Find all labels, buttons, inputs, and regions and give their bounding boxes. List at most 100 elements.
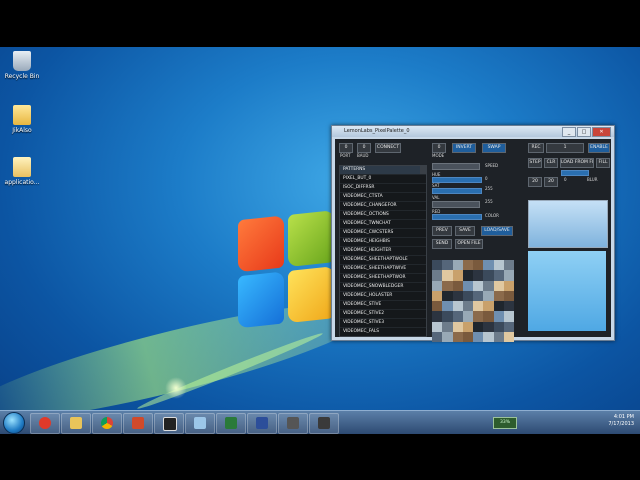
color-label: COLOR xyxy=(485,213,499,218)
swap-button[interactable]: SWAP xyxy=(482,143,506,153)
pixel-preview[interactable] xyxy=(432,260,514,342)
list-item[interactable]: VIDEOMEC_TWNCHAT xyxy=(340,220,426,229)
list-scrollbar[interactable] xyxy=(420,166,426,175)
taskbar-app-button[interactable] xyxy=(216,413,246,434)
taskbar-app-button[interactable] xyxy=(123,413,153,434)
desktop-icon-label: Recycle Bin xyxy=(4,73,40,80)
fill-button[interactable]: FILL xyxy=(596,158,610,168)
preview-pixel xyxy=(493,301,504,312)
step-button[interactable]: STEP xyxy=(528,158,542,168)
connect-button[interactable]: CONNECT xyxy=(375,143,401,153)
preview-pixel xyxy=(432,280,443,291)
preview-pixel xyxy=(442,311,453,322)
preview-pixel xyxy=(442,290,453,301)
windows-logo xyxy=(238,210,338,341)
taskbar-chrome-button[interactable] xyxy=(92,413,122,434)
speed-field[interactable] xyxy=(432,163,480,170)
preview-pixel xyxy=(483,260,494,271)
speed-label: SPEED xyxy=(485,163,499,168)
invert-button[interactable]: INVERT xyxy=(452,143,476,153)
preview-pixel xyxy=(462,260,473,271)
list-item[interactable]: VIDEOMEC_SNOWBLEDGER xyxy=(340,283,426,292)
taskbar-app-button[interactable] xyxy=(247,413,277,434)
blur-label: BLUR xyxy=(587,177,598,182)
prev-button[interactable]: PREV xyxy=(432,226,452,236)
preview-pixel xyxy=(483,290,494,301)
enable-button[interactable]: ENABLE xyxy=(588,143,610,153)
list-item[interactable]: VIDEOMEC_SHEETHAPTWOLE xyxy=(340,256,426,265)
clear-button[interactable]: CLR xyxy=(544,158,558,168)
maximize-button[interactable]: □ xyxy=(577,127,591,137)
list-item[interactable]: VIDEOMEC_SHEETHAPTWIVE xyxy=(340,265,426,274)
taskbar-app-button[interactable] xyxy=(154,413,184,434)
taskbar-app-button[interactable] xyxy=(185,413,215,434)
list-item[interactable]: VIDEOMEC_HEIGHTER xyxy=(340,247,426,256)
preview-pixel xyxy=(452,290,463,301)
list-item[interactable]: VIDEOMEC_STIVE xyxy=(340,301,426,310)
list-item[interactable]: ISOC_DIFFRSR xyxy=(340,184,426,193)
hue-slider[interactable] xyxy=(432,177,482,183)
baud-field[interactable]: 0 xyxy=(357,143,371,153)
taskbar-app-button[interactable] xyxy=(278,413,308,434)
recycle-bin-shortcut[interactable]: Recycle Bin xyxy=(2,51,42,80)
folder-icon xyxy=(13,105,31,125)
list-item[interactable]: PIXEL_BUT_0 xyxy=(340,175,426,184)
screen-capture-thumbnail xyxy=(528,200,608,248)
preview-pixel xyxy=(462,331,473,342)
value-field[interactable]: 0 xyxy=(432,143,446,153)
list-item[interactable]: VIDEOMEC_CHANGEFOR xyxy=(340,202,426,211)
battery-icon[interactable]: 33% xyxy=(493,417,517,429)
window-controls: _ □ ✕ xyxy=(562,127,611,137)
preview-pixel xyxy=(462,270,473,281)
list-item[interactable]: VIDEOMEC_FALS xyxy=(340,328,426,336)
val-field[interactable] xyxy=(432,201,480,208)
sat-slider[interactable] xyxy=(432,188,482,194)
system-tray: 33% 4:01 PM 7/17/2013 xyxy=(485,411,640,434)
clock-time: 4:01 PM xyxy=(613,414,634,420)
frame-field[interactable]: 1 xyxy=(546,143,584,153)
save-button[interactable]: SAVE xyxy=(455,226,475,236)
preview-pixel xyxy=(452,270,463,281)
minimize-button[interactable]: _ xyxy=(562,127,576,137)
close-button[interactable]: ✕ xyxy=(592,127,611,137)
clock-date: 7/17/2013 xyxy=(608,421,634,427)
taskbar-explorer-button[interactable] xyxy=(61,413,91,434)
width-field[interactable]: 20 xyxy=(528,177,542,187)
list-item[interactable]: VIDEOMEC_SHEETHAPTWOR xyxy=(340,274,426,283)
list-item[interactable]: VIDEOMEC_OCTIONS xyxy=(340,211,426,220)
rec-field[interactable]: REC xyxy=(528,143,544,153)
preview-pixel xyxy=(442,301,453,312)
red-slider[interactable] xyxy=(432,214,482,220)
preview-pixel xyxy=(452,280,463,291)
applications-folder-shortcut[interactable]: applicatio... xyxy=(2,157,42,186)
preview-pixel xyxy=(483,301,494,312)
load-from-file-button[interactable]: LOAD FROM FILE xyxy=(560,158,594,168)
preview-pixel xyxy=(503,270,514,281)
pattern-list[interactable]: PATTERNS PIXEL_BUT_0 ISOC_DIFFRSR VIDEOMEC_… xyxy=(339,165,427,337)
load-save-button[interactable]: LOAD/SAVE xyxy=(481,226,513,236)
preview-pixel xyxy=(432,290,443,301)
blur-slider[interactable] xyxy=(561,170,589,176)
list-item[interactable]: VIDEOMEC_HEIGHBIS xyxy=(340,238,426,247)
jikalso-folder-shortcut[interactable]: JikAlso xyxy=(2,105,42,134)
preview-pixel xyxy=(442,321,453,332)
send-button[interactable]: SEND xyxy=(432,239,452,249)
preview-pixel xyxy=(432,301,443,312)
height-field[interactable]: 20 xyxy=(544,177,558,187)
preview-pixel xyxy=(442,331,453,342)
preview-pixel xyxy=(483,321,494,332)
preview-pixel xyxy=(493,331,504,342)
clock[interactable]: 4:01 PM 7/17/2013 xyxy=(608,414,634,428)
taskbar-app-button[interactable] xyxy=(30,413,60,434)
list-item[interactable]: VIDEOMEC_STIVE3 xyxy=(340,319,426,328)
start-button[interactable] xyxy=(3,412,25,434)
port-field[interactable]: 0 xyxy=(339,143,353,153)
preview-pixel xyxy=(493,270,504,281)
open-file-button[interactable]: OPEN FILE xyxy=(455,239,483,249)
list-item[interactable]: VIDEOMEC_STIVE2 xyxy=(340,310,426,319)
taskbar-app-button[interactable] xyxy=(309,413,339,434)
list-item[interactable]: PATTERNS xyxy=(340,166,426,175)
list-item[interactable]: VIDEOMEC_CWCSTERS xyxy=(340,229,426,238)
list-item[interactable]: VIDEOMEC_CTSTA xyxy=(340,193,426,202)
list-item[interactable]: VIDEOMEC_HOLASTER xyxy=(340,292,426,301)
